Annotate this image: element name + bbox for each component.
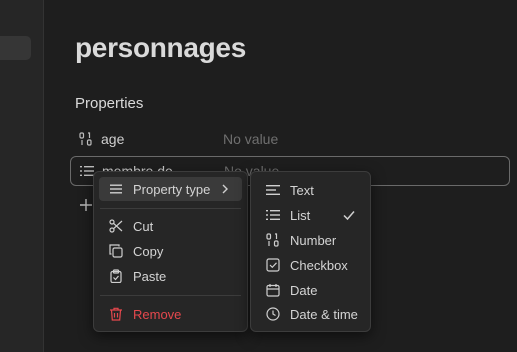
- calendar-icon: [265, 282, 281, 298]
- type-option-label: List: [290, 207, 311, 223]
- type-option-text[interactable]: Text: [256, 178, 365, 202]
- type-option-date[interactable]: Date: [256, 278, 365, 302]
- menu-item-copy[interactable]: Copy: [99, 239, 242, 263]
- checkbox-icon: [265, 257, 281, 273]
- scissors-icon: [108, 218, 124, 234]
- type-option-label: Number: [290, 232, 337, 248]
- chevron-right-icon: [217, 181, 233, 197]
- page-title[interactable]: personnages: [75, 32, 246, 64]
- clipboard-icon: [108, 268, 124, 284]
- property-row-age[interactable]: age No value: [70, 125, 510, 153]
- menu-divider: [100, 295, 241, 296]
- number-icon: [265, 232, 281, 248]
- menu-item-cut[interactable]: Cut: [99, 214, 242, 238]
- copy-icon: [108, 243, 124, 259]
- menu-icon: [108, 181, 124, 197]
- menu-item-property-type[interactable]: Property type: [99, 177, 242, 201]
- type-option-label: Checkbox: [290, 257, 348, 273]
- menu-item-remove[interactable]: Remove: [99, 302, 242, 326]
- type-option-list[interactable]: List: [256, 203, 365, 227]
- type-option-label: Date & time: [290, 306, 358, 322]
- list-icon: [265, 207, 281, 223]
- type-option-label: Date: [290, 282, 318, 298]
- add-property-icon[interactable]: [78, 197, 94, 213]
- left-sidebar: [0, 0, 44, 352]
- type-option-number[interactable]: Number: [256, 228, 365, 252]
- property-key[interactable]: age: [101, 131, 223, 147]
- menu-divider: [100, 208, 241, 209]
- sidebar-selected-item[interactable]: [0, 36, 31, 60]
- type-option-date-time[interactable]: Date & time: [256, 302, 365, 326]
- property-type-submenu: Text List Number Checkbox Date Date & ti…: [250, 171, 371, 332]
- menu-item-paste[interactable]: Paste: [99, 264, 242, 288]
- checkmark-icon: [341, 207, 357, 223]
- type-option-checkbox[interactable]: Checkbox: [256, 253, 365, 277]
- property-context-menu: Property type Cut Copy Paste Remove: [93, 171, 248, 332]
- menu-item-label: Paste: [133, 268, 167, 284]
- menu-item-label: Remove: [133, 306, 182, 322]
- property-value[interactable]: No value: [223, 131, 278, 147]
- clock-icon: [265, 306, 281, 322]
- trash-icon: [108, 306, 124, 322]
- number-icon: [78, 131, 94, 147]
- text-icon: [265, 182, 281, 198]
- menu-item-label: Property type: [133, 181, 211, 197]
- menu-item-label: Cut: [133, 218, 154, 234]
- type-option-label: Text: [290, 182, 314, 198]
- properties-heading[interactable]: Properties: [75, 95, 143, 112]
- menu-item-label: Copy: [133, 243, 164, 259]
